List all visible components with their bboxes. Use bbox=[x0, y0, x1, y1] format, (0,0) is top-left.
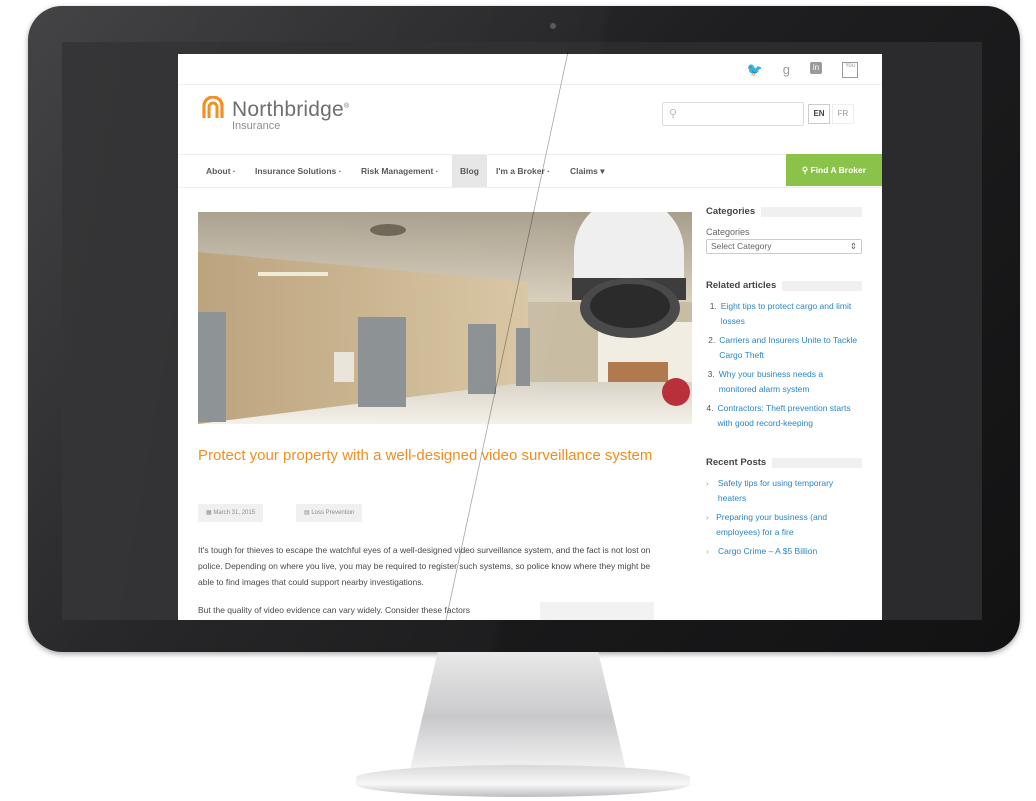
logo-subtitle: Insurance bbox=[232, 120, 281, 132]
search-input[interactable]: ⚲ bbox=[662, 102, 804, 126]
language-en-button[interactable]: EN bbox=[808, 104, 830, 124]
list-item[interactable]: 1. Eight tips to protect cargo and limit … bbox=[706, 299, 862, 329]
language-fr-button[interactable]: FR bbox=[832, 104, 854, 124]
search-icon: ⚲ bbox=[669, 108, 678, 120]
chevron-right-icon: › bbox=[706, 546, 709, 556]
chevron-right-icon: › bbox=[706, 478, 709, 488]
top-bar: 🐦 g in You bbox=[178, 54, 882, 85]
article-date: ▦ March 31, 2015 bbox=[198, 504, 264, 522]
nav-risk-management[interactable]: Risk Management · bbox=[361, 155, 438, 187]
monitor-base bbox=[356, 765, 690, 797]
surveillance-camera-photo bbox=[198, 212, 692, 424]
social-links: 🐦 g in You bbox=[747, 62, 858, 78]
hero-image bbox=[198, 212, 692, 424]
recent-posts-list: › Safety tips for using temporary heaters… bbox=[706, 476, 862, 559]
article-category[interactable]: ▤ Loss Prevention bbox=[296, 504, 363, 522]
list-item[interactable]: 4. Contractors: Theft prevention starts w… bbox=[706, 401, 862, 431]
list-item[interactable]: › Cargo Crime – A $5 Billion bbox=[706, 544, 862, 559]
find-a-broker-button[interactable]: ⚲ Find A Broker bbox=[786, 154, 882, 186]
article-paragraph-2: But the quality of video evidence can va… bbox=[198, 605, 470, 615]
youtube-icon[interactable]: You bbox=[842, 62, 858, 78]
northbridge-logo[interactable]: Northbridge® Insurance bbox=[200, 96, 349, 132]
nav-insurance-solutions[interactable]: Insurance Solutions · bbox=[255, 155, 341, 187]
article-title[interactable]: Protect your property with a well-design… bbox=[198, 446, 678, 466]
browser-page: 🐦 g in You Northbridge® Insurance ⚲ EN F… bbox=[178, 54, 882, 620]
nav-blog[interactable]: Blog bbox=[452, 155, 487, 187]
article-paragraph-1: It's tough for thieves to escape the wat… bbox=[198, 545, 651, 587]
category-select[interactable]: Select Category ⇕ bbox=[706, 239, 862, 254]
list-item[interactable]: 3. Why your business needs a monitored al… bbox=[706, 367, 862, 397]
monitor-stand bbox=[409, 652, 627, 772]
main-nav: About · Insurance Solutions · Risk Manag… bbox=[178, 154, 882, 188]
sidebar: Categories Categories Select Category ⇕ R… bbox=[706, 206, 862, 563]
nav-claims[interactable]: Claims ▾ bbox=[570, 155, 605, 187]
search-icon: ⚲ bbox=[801, 165, 811, 175]
list-item[interactable]: › Preparing your business (and employees)… bbox=[706, 510, 862, 540]
select-arrows-icon: ⇕ bbox=[849, 241, 857, 251]
nav-about[interactable]: About · bbox=[206, 155, 236, 187]
related-articles-list: 1. Eight tips to protect cargo and limit … bbox=[706, 299, 862, 431]
logo-name: Northbridge® bbox=[232, 98, 350, 121]
logo-mark-icon bbox=[202, 96, 224, 118]
recent-posts-heading: Recent Posts bbox=[706, 457, 862, 468]
nav-im-a-broker[interactable]: I'm a Broker · bbox=[496, 155, 550, 187]
linkedin-icon[interactable]: in bbox=[810, 62, 822, 74]
list-item[interactable]: › Safety tips for using temporary heaters bbox=[706, 476, 862, 506]
chevron-right-icon: › bbox=[706, 512, 709, 522]
related-articles-heading: Related articles bbox=[706, 280, 862, 291]
twitter-icon[interactable]: 🐦 bbox=[747, 62, 763, 78]
find-broker-label: Find A Broker bbox=[810, 165, 867, 175]
categories-heading: Categories bbox=[706, 206, 862, 217]
webcam-dot bbox=[550, 23, 556, 29]
google-plus-icon[interactable]: g bbox=[783, 62, 790, 78]
categories-label: Categories bbox=[706, 227, 750, 237]
list-item[interactable]: 2. Carriers and Insurers Unite to Tackle … bbox=[706, 333, 862, 363]
